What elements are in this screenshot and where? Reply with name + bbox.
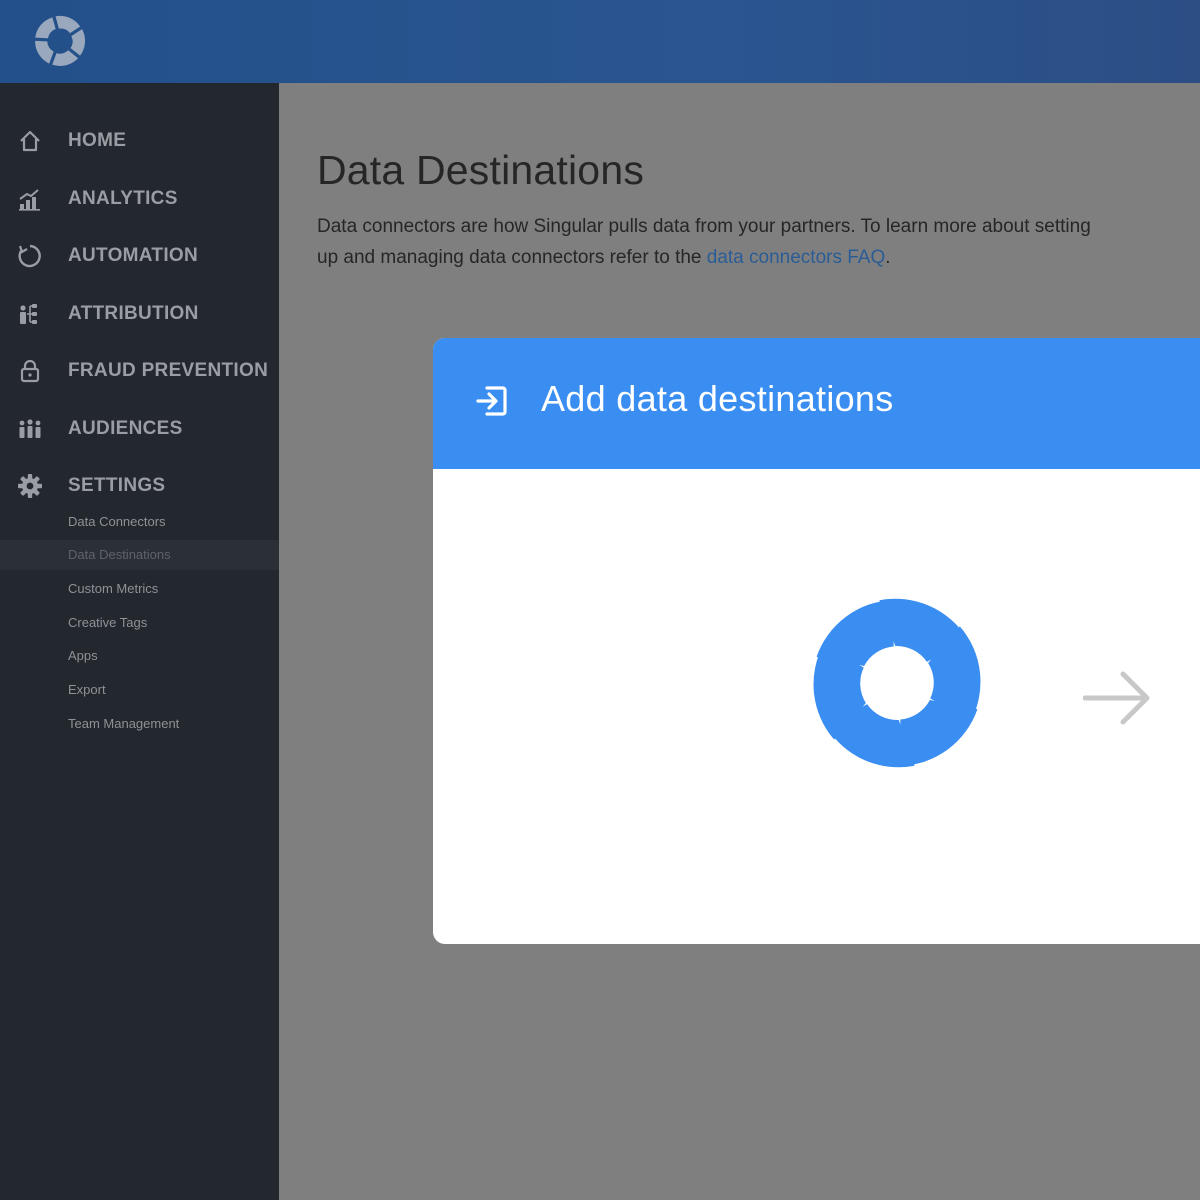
audiences-icon <box>19 419 41 438</box>
lock-icon <box>20 359 40 383</box>
sidebar-item-label: AUTOMATION <box>68 245 199 266</box>
sidebar-item-label: SETTINGS <box>68 475 166 496</box>
singular-logo-icon <box>813 598 981 768</box>
sidebar-subitem-team-management[interactable]: Team Management <box>0 709 279 739</box>
analytics-icon <box>19 189 40 211</box>
sidebar-subitem-label: Export <box>68 682 106 697</box>
add-destinations-card: Add data destinations <box>433 338 1200 944</box>
card-title: Add data destinations <box>541 378 894 419</box>
sidebar-subitem-label: Team Management <box>68 716 180 731</box>
faq-link[interactable]: data connectors FAQ <box>707 247 886 268</box>
sidebar-item-label: FRAUD PREVENTION <box>68 360 269 381</box>
main-content: Data Destinations Data connectors are ho… <box>279 83 1200 1200</box>
sidebar: HOME ANALYTICS AUTOMATION ATTRIBUTION FR… <box>0 83 279 1200</box>
sidebar-item-audiences[interactable]: AUDIENCES <box>0 408 279 448</box>
sidebar-subitem-export[interactable]: Export <box>0 675 279 705</box>
sidebar-subitem-label: Apps <box>68 648 98 663</box>
singular-logo-icon[interactable] <box>32 13 88 69</box>
arrow-right-icon <box>1083 671 1150 725</box>
intro-end: . <box>885 247 891 268</box>
sidebar-item-automation[interactable]: AUTOMATION <box>0 235 279 275</box>
sidebar-subitem-label: Data Connectors <box>68 514 166 529</box>
sidebar-subitem-label: Creative Tags <box>68 615 148 630</box>
sidebar-subitem-data-destinations[interactable]: Data Destinations <box>0 540 279 570</box>
intro-body: Data connectors are how Singular pulls d… <box>317 216 1091 268</box>
sidebar-item-label: ATTRIBUTION <box>68 303 199 324</box>
sidebar-item-attribution[interactable]: ATTRIBUTION <box>0 293 279 333</box>
sidebar-subitem-custom-metrics[interactable]: Custom Metrics <box>0 574 279 604</box>
top-bar <box>0 0 1200 83</box>
gear-icon <box>18 474 42 498</box>
sidebar-item-analytics[interactable]: ANALYTICS <box>0 178 279 218</box>
sidebar-subitem-data-connectors[interactable]: Data Connectors <box>0 507 279 537</box>
card-header: Add data destinations <box>433 338 1200 469</box>
sidebar-item-home[interactable]: HOME <box>0 120 279 160</box>
sidebar-subitem-creative-tags[interactable]: Creative Tags <box>0 608 279 638</box>
sidebar-subitem-label: Custom Metrics <box>68 581 159 596</box>
import-icon <box>476 386 507 416</box>
sidebar-subitem-label: Data Destinations <box>68 547 171 562</box>
sidebar-item-label: AUDIENCES <box>68 418 183 439</box>
sidebar-item-label: ANALYTICS <box>68 188 178 209</box>
home-icon <box>20 130 40 152</box>
sidebar-item-settings[interactable]: SETTINGS <box>0 465 279 505</box>
intro-text: Data connectors are how Singular pulls d… <box>317 211 1117 273</box>
sidebar-item-fraud-prevention[interactable]: FRAUD PREVENTION <box>0 350 279 390</box>
attribution-icon <box>20 304 37 324</box>
automation-icon <box>18 244 41 268</box>
sidebar-item-label: HOME <box>68 130 127 151</box>
sidebar-subitem-apps[interactable]: Apps <box>0 641 279 671</box>
page-title: Data Destinations <box>317 147 645 193</box>
